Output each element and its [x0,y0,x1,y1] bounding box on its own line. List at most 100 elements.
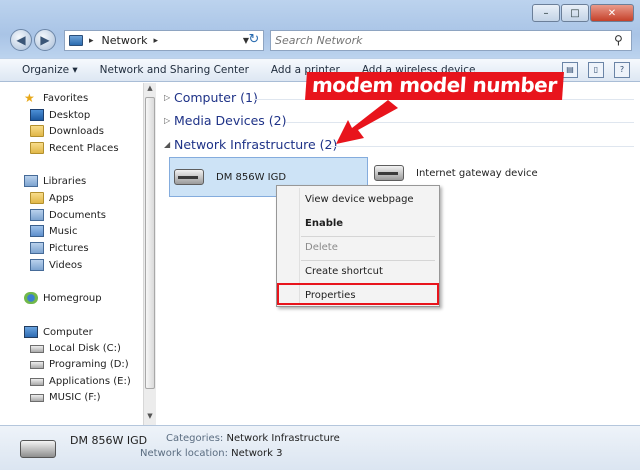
window-controls: – □ ✕ [531,4,634,22]
annotation-label: modem model number [305,72,564,100]
sidebar-item-libraries[interactable]: Libraries [24,175,86,187]
libraries-icon [24,175,38,187]
sidebar-item-favorites[interactable]: ★ Favorites [24,92,88,104]
sidebar-item-label: Documents [49,209,107,221]
sidebar-item-label: Local Disk (C:) [49,343,121,354]
scrollbar-thumb[interactable] [145,97,155,389]
drive-icon [30,377,44,386]
group-divider [286,122,634,123]
properties-highlight-box [277,283,439,305]
sidebar-item-label: Desktop [49,109,91,121]
menu-item-properties[interactable]: Properties [305,290,356,301]
preview-pane-icon[interactable]: ▯ [588,62,604,78]
drive-icon [30,393,44,402]
device-label: DM 856W IGD [216,171,287,183]
menu-item-delete: Delete [305,242,338,253]
refresh-button[interactable]: ↻ [246,32,262,48]
sidebar-item-label: Pictures [49,242,89,254]
details-pane: DM 856W IGD Categories: Network Infrastr… [0,425,640,470]
search-input[interactable] [271,31,601,50]
sidebar-scrollbar[interactable]: ▲ ▼ [143,83,156,425]
group-label: Computer (1) [174,90,258,105]
menu-item-enable[interactable]: Enable [305,218,343,229]
folder-icon [30,192,44,204]
sidebar-item-videos[interactable]: Videos [30,259,82,271]
view-options-icon[interactable]: ▤ [562,62,578,78]
details-location-label: Network location: [140,448,228,459]
expand-arrow-icon[interactable]: ▷ [164,93,174,102]
sidebar-item-desktop[interactable]: Desktop [30,109,90,121]
group-label: Media Devices (2) [174,113,287,128]
sidebar-item-label: MUSIC (F:) [49,392,101,403]
sidebar-item-label: Applications (E:) [49,376,131,387]
videos-icon [30,259,44,271]
details-device-name: DM 856W IGD [70,434,148,447]
sidebar-item-homegroup[interactable]: Homegroup [24,292,102,304]
help-icon[interactable]: ? [614,62,630,78]
forward-button[interactable]: ▶ [34,29,56,51]
breadcrumb-network[interactable]: Network [102,34,148,47]
sidebar-item-computer[interactable]: Computer [24,326,93,338]
computer-icon [24,326,38,338]
address-bar[interactable]: ▸ Network ▸ ▼ [64,30,264,51]
view-controls: ▤ ▯ ? [552,62,630,78]
organize-button[interactable]: Organize ▾ [22,64,78,76]
details-categories-value: Network Infrastructure [226,433,340,444]
group-computer[interactable]: ▷ Computer (1) [164,90,634,105]
device-item-gateway[interactable]: Internet gateway device [374,165,538,181]
downloads-folder-icon [30,125,44,137]
sidebar-item-label: Libraries [43,175,87,187]
close-button[interactable]: ✕ [590,4,634,22]
group-network-infrastructure[interactable]: ◢ Network Infrastructure (2) [164,137,634,152]
breadcrumb-separator-icon: ▸ [89,35,94,46]
maximize-button[interactable]: □ [561,4,589,22]
sidebar-item-label: Downloads [49,125,104,137]
arrow-left-icon: ◀ [16,33,26,47]
sidebar-item-programing[interactable]: Programing (D:) [30,359,129,370]
sidebar-item-documents[interactable]: Documents [30,209,106,221]
breadcrumb-chevron-icon[interactable]: ▸ [153,36,158,46]
scroll-up-icon[interactable]: ▲ [144,84,156,96]
recent-places-icon [30,142,44,154]
sidebar-item-label: Programing (D:) [49,359,129,370]
pictures-icon [30,242,44,254]
sidebar-item-label: Recent Places [49,142,119,154]
drive-icon [30,344,44,353]
expand-arrow-icon[interactable]: ▷ [164,116,174,125]
sidebar-item-label: Music [49,225,78,237]
desktop-icon [30,109,44,121]
sidebar-item-downloads[interactable]: Downloads [30,125,104,137]
collapse-arrow-icon[interactable]: ◢ [164,140,174,149]
navigation-pane: ★ Favorites Desktop Downloads Recent Pla… [0,83,145,425]
music-icon [30,225,44,237]
sidebar-item-label: Apps [49,192,74,204]
group-label: Network Infrastructure (2) [174,137,338,152]
router-icon [20,440,56,458]
network-sharing-center-button[interactable]: Network and Sharing Center [100,64,249,76]
homegroup-icon [24,292,38,304]
scroll-down-icon[interactable]: ▼ [144,412,156,424]
search-icon[interactable]: ⚲ [614,34,627,47]
back-button[interactable]: ◀ [10,29,32,51]
device-label: Internet gateway device [416,167,538,179]
search-box[interactable]: ⚲ [270,30,632,51]
sidebar-item-label: Favorites [43,92,89,104]
context-menu: View device webpage Enable Delete Create… [276,185,440,307]
group-media-devices[interactable]: ▷ Media Devices (2) [164,113,634,128]
menu-item-view-webpage[interactable]: View device webpage [305,194,414,205]
sidebar-item-apps[interactable]: Apps [30,192,74,204]
sidebar-item-pictures[interactable]: Pictures [30,242,89,254]
sidebar-item-local-disk[interactable]: Local Disk (C:) [30,343,121,354]
details-categories-label: Categories: [166,433,224,444]
sidebar-item-music-drive[interactable]: MUSIC (F:) [30,392,101,403]
details-location-value: Network 3 [231,448,283,459]
sidebar-item-applications[interactable]: Applications (E:) [30,376,131,387]
sidebar-item-label: Computer [43,326,93,338]
sidebar-item-label: Videos [49,259,83,271]
menu-item-create-shortcut[interactable]: Create shortcut [305,266,383,277]
title-bar: – □ ✕ ◀ ▶ ▸ Network ▸ ▼ ↻ ⚲ [0,0,640,58]
arrow-right-icon: ▶ [40,33,50,47]
minimize-button[interactable]: – [532,4,560,22]
sidebar-item-music[interactable]: Music [30,225,77,237]
sidebar-item-recent-places[interactable]: Recent Places [30,142,119,154]
